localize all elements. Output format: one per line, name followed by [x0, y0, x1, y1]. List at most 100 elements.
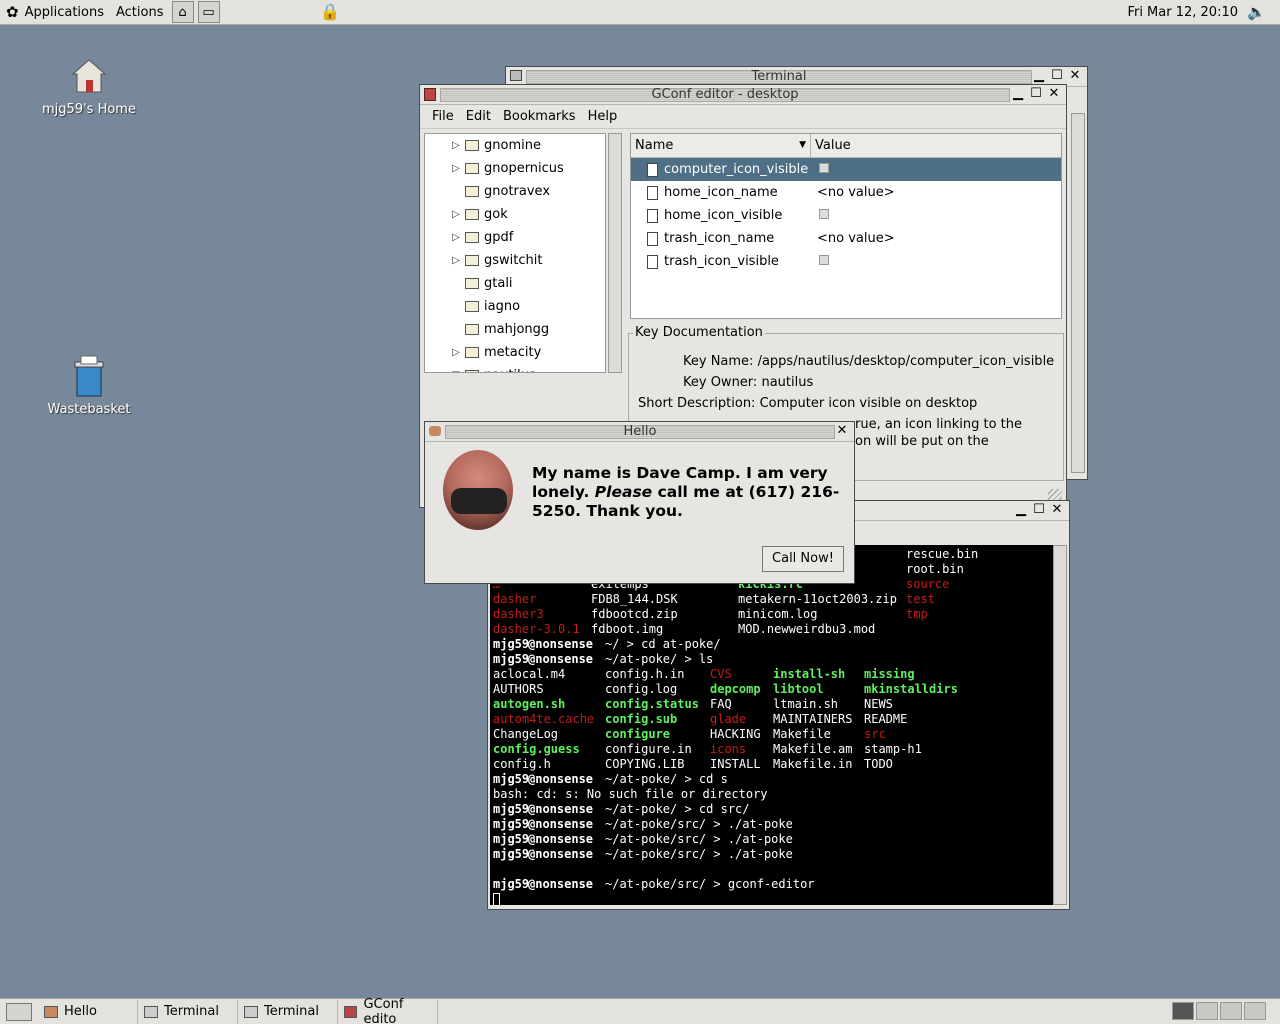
tree-row[interactable]: gnotravex: [425, 180, 605, 203]
maximize-icon[interactable]: ☐: [1028, 86, 1044, 101]
hello-title: Hello: [445, 425, 835, 439]
folder-icon: [465, 140, 479, 151]
minimize-icon[interactable]: ▁: [1031, 68, 1047, 83]
close-icon[interactable]: ✕: [1049, 502, 1065, 517]
lock-icon[interactable]: 🔒: [320, 2, 340, 21]
maximize-icon[interactable]: ☐: [1049, 68, 1065, 83]
key-row-selected[interactable]: computer_icon_visible: [631, 158, 1061, 181]
folder-icon: [465, 324, 479, 335]
workspace-switcher: [1172, 1002, 1266, 1020]
menu-bookmarks[interactable]: Bookmarks: [497, 108, 582, 125]
tree-row[interactable]: iagno: [425, 295, 605, 318]
tree-row[interactable]: ▽nautilus: [425, 364, 605, 372]
string-key-icon: [647, 185, 658, 200]
gconf-tree: ▷ gnomine ▷ gnopernicus gnotravex ▷ gok ▷ gp…: [424, 133, 606, 373]
tree-scrollbar[interactable]: [608, 133, 622, 373]
bool-key-icon: [647, 208, 658, 223]
terminal-back-scrollbar[interactable]: [1071, 113, 1085, 473]
folder-icon: [465, 186, 479, 197]
tree-row[interactable]: mahjongg: [425, 318, 605, 341]
workspace-3[interactable]: [1220, 1002, 1242, 1020]
long-desc-line1: rue, an icon linking to the: [855, 417, 1023, 432]
string-key-icon: [647, 231, 658, 246]
column-name-header[interactable]: Name ▼: [631, 134, 811, 157]
gconf-task-icon: [344, 1005, 358, 1018]
task-gconf-editor[interactable]: GConf edito: [338, 997, 438, 1024]
tree-row[interactable]: ▷ gpdf: [425, 226, 605, 249]
gconf-titlebar[interactable]: GConf editor - desktop ▁ ☐ ✕: [420, 85, 1066, 105]
terminal-output[interactable]: rescue.bin root.bin … exitemps kickis.rc so…: [490, 545, 1053, 906]
key-doc-legend: Key Documentation: [633, 325, 765, 340]
bool-key-icon: [647, 254, 658, 269]
sort-arrow-icon: ▼: [799, 140, 806, 150]
expander-icon[interactable]: ▷: [449, 232, 463, 243]
task-hello[interactable]: Hello: [38, 999, 138, 1024]
gnome-foot-icon[interactable]: ✿: [6, 3, 19, 21]
key-row[interactable]: trash_icon_visible: [631, 250, 1061, 273]
folder-icon: [465, 255, 479, 266]
terminal-front-scrollbar[interactable]: [1053, 545, 1067, 905]
tree-row[interactable]: ▷ gnomine: [425, 134, 605, 157]
terminal-launcher-icon[interactable]: ▭: [197, 1, 220, 23]
folder-icon: [465, 347, 479, 358]
expander-icon[interactable]: ▷: [449, 255, 463, 266]
workspace-4[interactable]: [1244, 1002, 1266, 1020]
workspace-1[interactable]: [1172, 1002, 1194, 1020]
expander-icon[interactable]: ▷: [449, 140, 463, 151]
folder-icon: [465, 163, 479, 174]
tree-row[interactable]: ▷ metacity: [425, 341, 605, 364]
gconf-app-icon: [424, 88, 436, 101]
show-desktop-icon[interactable]: [6, 1002, 32, 1021]
menu-help[interactable]: Help: [582, 108, 624, 125]
clock[interactable]: Fri Mar 12, 20:10: [1127, 0, 1238, 25]
gconf-title: GConf editor - desktop: [440, 88, 1010, 102]
menu-edit[interactable]: Edit: [460, 108, 497, 125]
short-desc-value: Computer icon visible on desktop: [759, 396, 978, 411]
minimize-icon[interactable]: ▁: [1013, 502, 1029, 517]
value-checkbox[interactable]: [819, 163, 829, 173]
value-checkbox[interactable]: [819, 209, 829, 219]
bottom-panel: Hello Terminal Terminal GConf edito: [0, 997, 1280, 1024]
folder-icon: [465, 301, 479, 312]
hello-task-icon: [44, 1005, 58, 1018]
expander-icon[interactable]: ▷: [449, 209, 463, 220]
terminal-cursor: [493, 893, 500, 906]
hello-app-icon: [429, 426, 441, 436]
long-desc-line2: on will be put on the: [855, 434, 989, 449]
close-icon[interactable]: ✕: [1067, 68, 1083, 83]
tree-row[interactable]: gtali: [425, 272, 605, 295]
home-icon: [67, 54, 111, 98]
maximize-icon[interactable]: ☐: [1031, 502, 1047, 517]
menu-file[interactable]: File: [426, 108, 460, 125]
task-terminal-2[interactable]: Terminal: [238, 999, 338, 1024]
terminal-task-icon: [244, 1005, 258, 1018]
hello-titlebar[interactable]: Hello ✕: [425, 422, 854, 442]
tree-row[interactable]: ▷ gnopernicus: [425, 157, 605, 180]
workspace-2[interactable]: [1196, 1002, 1218, 1020]
call-now-button[interactable]: Call Now!: [762, 546, 844, 572]
close-icon[interactable]: ✕: [834, 423, 850, 438]
applications-menu[interactable]: Applications: [19, 0, 110, 25]
volume-icon[interactable]: 🔈: [1247, 3, 1266, 21]
desktop-icon-wastebasket[interactable]: Wastebasket: [34, 354, 144, 417]
expander-icon[interactable]: ▽: [449, 370, 463, 372]
expander-icon[interactable]: ▷: [449, 163, 463, 174]
close-icon[interactable]: ✕: [1046, 86, 1062, 101]
expander-icon[interactable]: ▷: [449, 347, 463, 358]
key-name-value: /apps/nautilus/desktop/computer_icon_vis…: [757, 354, 1055, 369]
key-row[interactable]: trash_icon_name <no value>: [631, 227, 1061, 250]
actions-menu[interactable]: Actions: [110, 0, 170, 25]
key-list-header: Name ▼ Value: [631, 134, 1061, 158]
tree-row[interactable]: ▷ gok: [425, 203, 605, 226]
hello-dialog[interactable]: Hello ✕ My name is Dave Camp. I am very …: [424, 421, 855, 584]
key-row[interactable]: home_icon_visible: [631, 204, 1061, 227]
tree-row[interactable]: ▷ gswitchit: [425, 249, 605, 272]
top-panel: ✿ Applications Actions ⌂ ▭ 🔒 Fri Mar 12,…: [0, 0, 1280, 25]
desktop-icon-home[interactable]: mjg59's Home: [34, 54, 144, 117]
value-checkbox[interactable]: [819, 255, 829, 265]
key-row[interactable]: home_icon_name <no value>: [631, 181, 1061, 204]
column-value-header[interactable]: Value: [811, 134, 851, 157]
task-terminal-1[interactable]: Terminal: [138, 999, 238, 1024]
home-launcher-icon[interactable]: ⌂: [171, 1, 194, 23]
minimize-icon[interactable]: ▁: [1010, 86, 1026, 101]
